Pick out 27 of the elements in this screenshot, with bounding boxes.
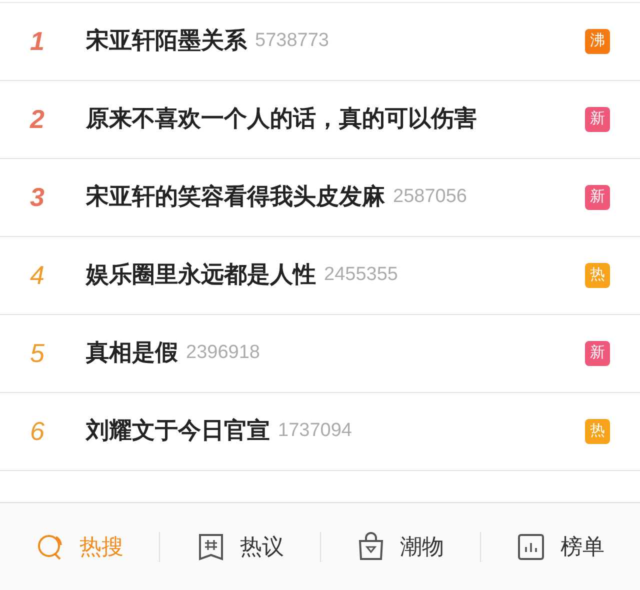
topic-title[interactable]: 刘耀文于今日官宣: [86, 414, 270, 449]
rank-number: 2: [30, 103, 46, 136]
rank-number: 4: [30, 259, 46, 292]
bar-chart-icon: [516, 532, 546, 562]
topic-title[interactable]: 娱乐圈里永远都是人性: [86, 258, 316, 293]
bottom-tab[interactable]: 潮物: [320, 530, 480, 563]
topic-title[interactable]: 宋亚轩的笑容看得我头皮发麻: [86, 180, 385, 215]
search-count: 2587056: [393, 185, 467, 210]
topic-title[interactable]: 原来不喜欢一个人的话，真的可以伤害: [86, 102, 477, 137]
topic-badge: 新: [585, 107, 610, 132]
topic-badge: 沸: [585, 29, 610, 54]
rank-number: 6: [30, 415, 46, 448]
bottom-tab[interactable]: 榜单: [480, 530, 640, 563]
topic-title[interactable]: 宋亚轩陌墨关系: [86, 24, 247, 59]
topic-title[interactable]: 真相是假: [86, 336, 178, 371]
topic-badge: 新: [585, 185, 610, 210]
search-count: 5738773: [255, 29, 329, 54]
bottom-tab[interactable]: 热议: [160, 530, 320, 563]
search-count: 1737094: [278, 419, 352, 444]
search-count: 2455355: [324, 263, 398, 288]
rank-number: 3: [30, 181, 46, 214]
topic-badge: 热: [585, 419, 610, 444]
rank-number: 5: [30, 337, 46, 370]
topic-badge: 热: [585, 263, 610, 288]
search-count: 2396918: [186, 341, 260, 366]
topic-badge: 新: [585, 341, 610, 366]
rank-number: 1: [30, 25, 46, 58]
